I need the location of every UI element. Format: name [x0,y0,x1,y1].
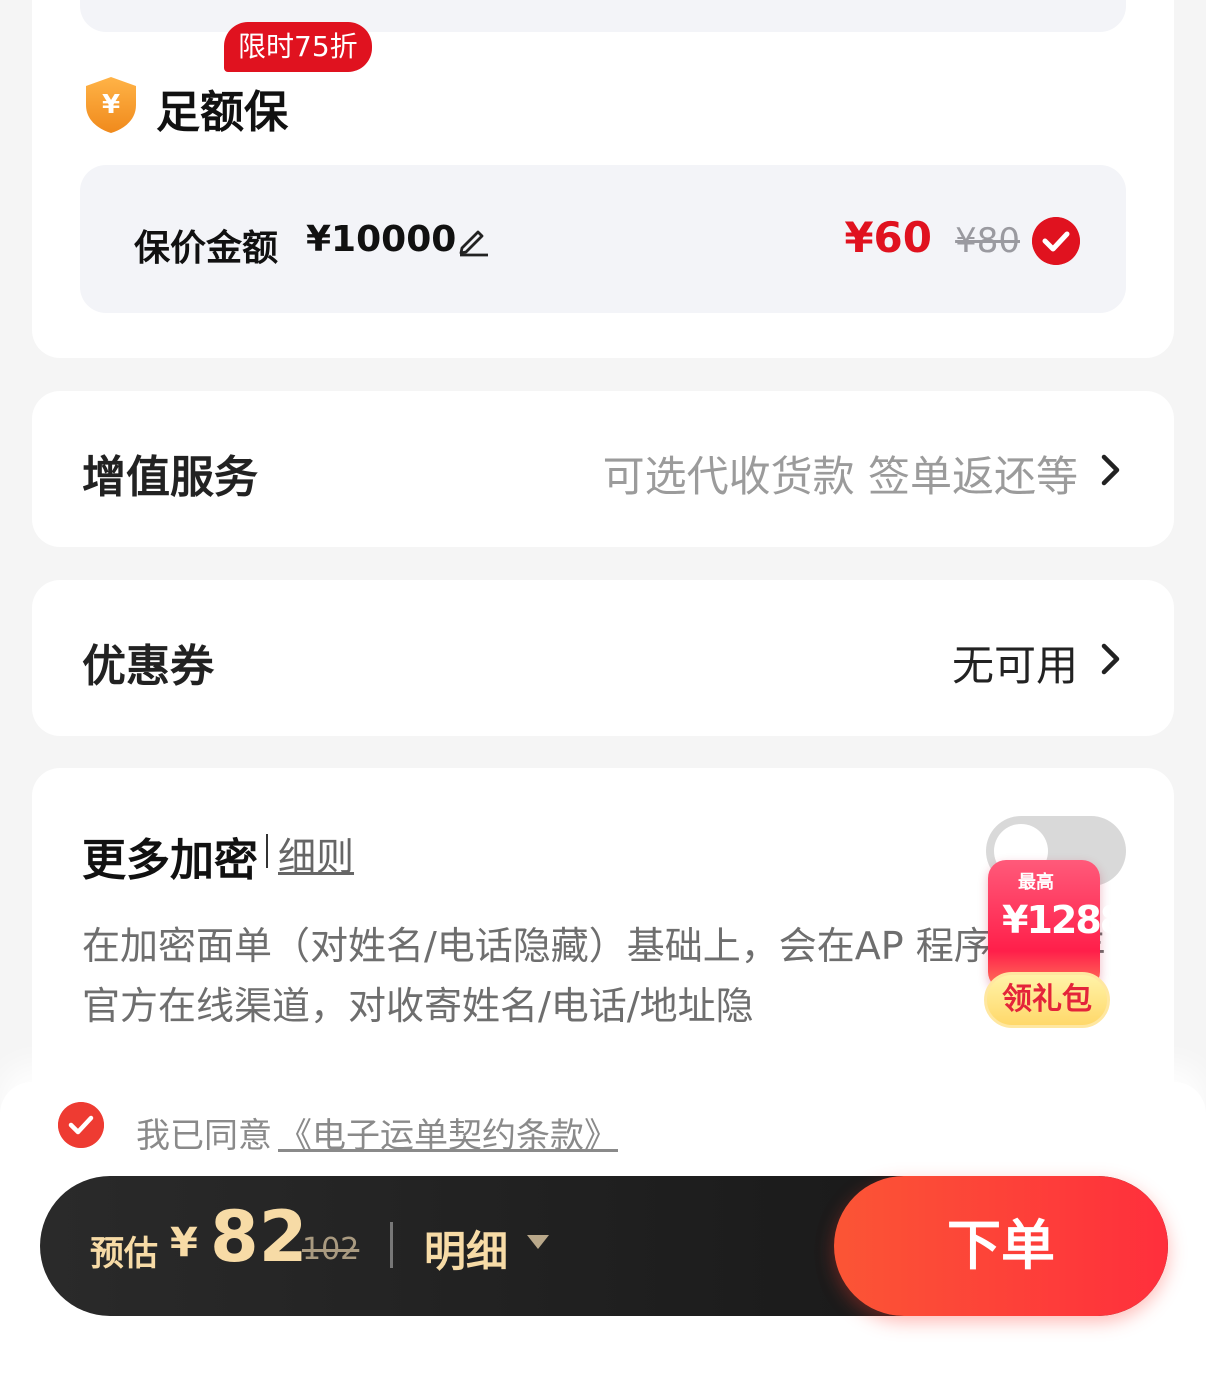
insurance-price-current: ¥60 [844,213,932,262]
encryption-title: 更多加密 [82,835,258,886]
svg-text:¥: ¥ [102,90,120,120]
insurance-title: 足额保 [156,87,288,138]
caret-down-icon[interactable] [526,1234,550,1250]
insurance-card: ¥ 足额保 限时75折 保价金额 ¥10000 ¥60 ¥80 [32,0,1174,358]
insured-value-label: 保价金额 [134,228,279,269]
shield-yuan-icon: ¥ [86,77,136,133]
agreement-terms-link[interactable]: 《电子运单契约条款》 [278,1108,618,1157]
value-added-title: 增值服务 [82,452,258,503]
coupon-title: 优惠券 [82,641,214,692]
checkout-bar: 预估 ¥ 82 102 明细 下单 [40,1176,1168,1316]
gift-package-badge[interactable]: 最高 ¥1288 领礼包 [984,860,1126,1032]
title-divider [266,834,268,868]
value-added-hint: 可选代收货款 签单返还等 [602,452,1078,501]
value-added-services-row[interactable]: 增值服务 可选代收货款 签单返还等 [32,391,1174,547]
coupon-row[interactable]: 优惠券 无可用 [32,580,1174,736]
agreement-text: 我已同意 [136,1116,272,1156]
price-detail-button[interactable]: 明细 [424,1218,508,1279]
estimate-price: 82 [210,1196,308,1278]
bar-divider [390,1222,393,1268]
gift-card: 最高 ¥1288 [988,860,1126,990]
gift-top-label: 最高 [1018,872,1054,893]
encryption-description: 在加密面单（对姓名/电话隐藏）基础上，会在AP 程序等顺丰官方在线渠道，对收寄姓… [82,924,1106,1028]
gift-claim-button[interactable]: 领礼包 [984,972,1110,1028]
promo-discount-tag: 限时75折 [224,22,372,72]
gift-amount: ¥1288 [1002,898,1126,942]
estimate-label: 预估 [90,1234,158,1274]
chevron-right-icon [1101,643,1120,675]
selected-check-icon[interactable] [1032,217,1080,265]
place-order-button[interactable]: 下单 [834,1176,1168,1316]
insurance-price-original: ¥80 [955,221,1020,261]
encryption-rules-link[interactable]: 细则 [278,826,354,881]
estimate-original-price: 102 [302,1232,360,1267]
insured-amount-option[interactable]: 保价金额 ¥10000 ¥60 ¥80 [80,165,1126,313]
edit-pencil-icon[interactable] [456,223,490,257]
bottom-checkout-sheet: 我已同意 《电子运单契约条款》 预估 ¥ 82 102 明细 下单 [0,1082,1206,1382]
coupon-value: 无可用 [951,641,1078,690]
estimate-currency: ¥ [170,1220,198,1266]
agreement-check-icon[interactable] [58,1102,104,1148]
chevron-right-icon [1101,454,1120,486]
insured-value-amount: ¥10000 [306,219,457,260]
